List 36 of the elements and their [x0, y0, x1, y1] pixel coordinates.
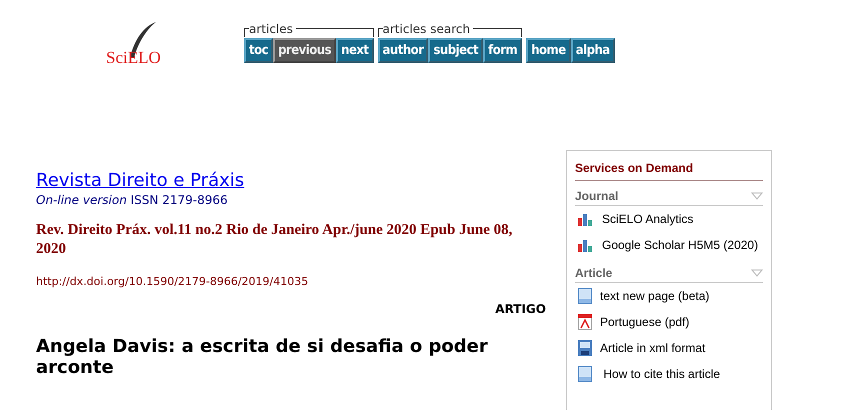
scielo-logo[interactable]: SciELO: [106, 20, 244, 70]
triangle-icon[interactable]: [751, 269, 763, 277]
section-heading: Article: [575, 266, 612, 280]
doi-text: http://dx.doi.org/10.1590/2179-8966/2019/41035: [36, 274, 310, 288]
version-label: On-line version: [36, 193, 127, 207]
document-icon: [578, 366, 592, 382]
journal-title-link[interactable]: Revista Direito e Práxis: [36, 170, 244, 191]
nav-button[interactable]: home: [526, 38, 571, 63]
article-title: Angela Davis: a escrita de si desafia o poder arconte: [36, 336, 489, 378]
service-link[interactable]: Article in xml format: [600, 341, 706, 355]
bracket-line: [378, 28, 383, 36]
nav-group-label: articles search: [382, 22, 470, 36]
issn-text: ISSN 2179-8966: [130, 193, 228, 207]
section-label: ARTIGO: [495, 302, 546, 316]
pdf-icon: [578, 314, 592, 330]
nav-button[interactable]: alpha: [570, 38, 615, 63]
nav-button[interactable]: author: [378, 38, 428, 63]
nav-button[interactable]: next: [336, 38, 374, 63]
services-title: Services on Demand: [575, 161, 763, 181]
service-link[interactable]: text new page (beta): [600, 289, 710, 303]
service-link[interactable]: Portuguese (pdf): [600, 315, 690, 329]
bar-chart-icon: [578, 212, 594, 226]
citation-text: Rev. Direito Práx. vol.11 no.2 Rio de Janeiro Apr./june 2020 Epub June 08, 2020: [36, 221, 514, 258]
triangle-icon[interactable]: [751, 192, 763, 200]
nav-group-label: articles: [249, 22, 293, 36]
section-heading: Journal: [575, 189, 618, 203]
nav-button[interactable]: toc: [244, 38, 274, 63]
service-link[interactable]: SciELO Analytics: [602, 212, 694, 226]
nav-button[interactable]: form: [483, 38, 522, 63]
nav-button[interactable]: subject: [428, 38, 484, 63]
bar-chart-icon: [578, 238, 594, 252]
bracket-line: [244, 28, 249, 36]
service-link[interactable]: How to cite this article: [600, 367, 720, 381]
bracket-line: [473, 28, 522, 36]
document-icon: [578, 288, 592, 304]
service-link[interactable]: Google Scholar H5M5 (2020): [602, 238, 758, 252]
